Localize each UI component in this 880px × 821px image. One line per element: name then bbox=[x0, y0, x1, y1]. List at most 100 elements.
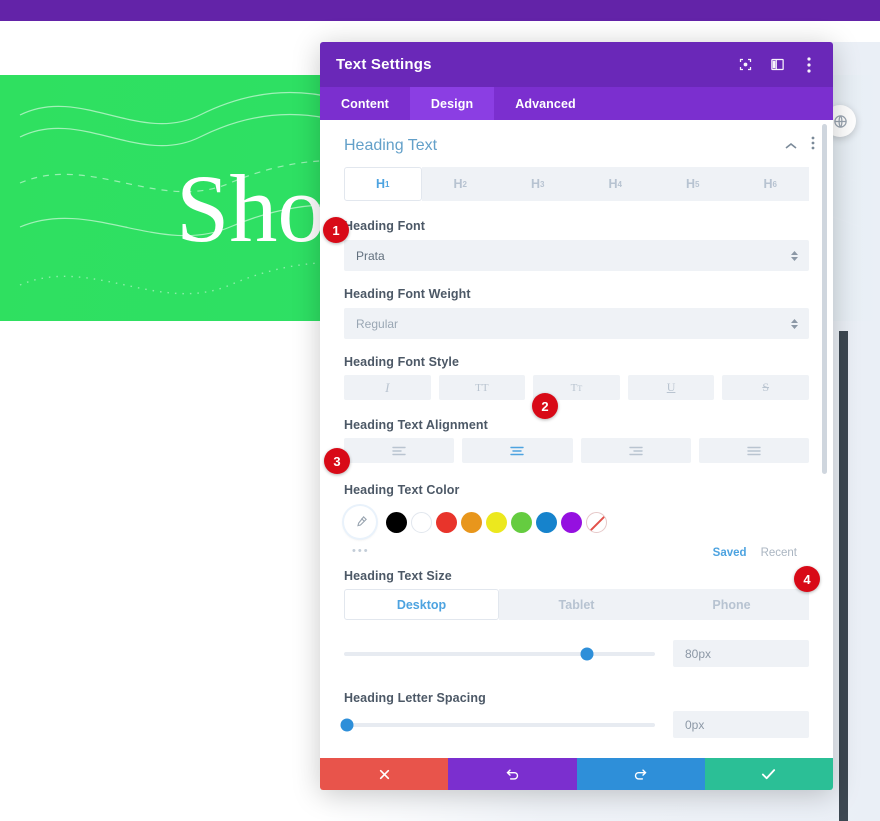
saved-colors-tab[interactable]: Saved bbox=[713, 547, 747, 559]
uppercase-icon[interactable]: TT bbox=[438, 375, 526, 400]
modal-tab-bar: Content Design Advanced bbox=[320, 87, 833, 120]
h1-sub: 1 bbox=[385, 179, 390, 189]
close-icon bbox=[379, 769, 389, 779]
heading-letter-spacing-slider-row: 0px bbox=[320, 711, 833, 738]
h6-sub: 6 bbox=[772, 179, 777, 189]
heading-text-size-value: 80px bbox=[685, 646, 712, 661]
heading-text-color-field: Heading Text Color bbox=[320, 483, 833, 497]
align-left-icon[interactable] bbox=[344, 438, 455, 463]
tab-design[interactable]: Design bbox=[409, 87, 495, 120]
heading-font-weight-select[interactable]: Regular bbox=[344, 308, 809, 339]
modal-header: Text Settings bbox=[320, 42, 833, 87]
slider-knob[interactable] bbox=[580, 647, 594, 660]
heading-text-alignment-field: Heading Text Alignment bbox=[320, 418, 833, 432]
swatch-white[interactable] bbox=[411, 511, 432, 533]
eyedropper-icon[interactable] bbox=[344, 506, 376, 538]
heading-font-select[interactable]: Prata bbox=[344, 240, 809, 271]
h3-label: H bbox=[531, 177, 541, 191]
slider-track bbox=[344, 722, 655, 727]
swatch-purple[interactable] bbox=[561, 511, 582, 533]
heading-font-weight-field: Heading Font Weight Regular bbox=[320, 287, 833, 339]
heading-level-h3[interactable]: H3 bbox=[499, 167, 577, 201]
heading-text-size-slider[interactable] bbox=[344, 644, 655, 664]
page-scrollbar-thumb[interactable] bbox=[839, 331, 848, 821]
more-colors-dots[interactable]: ••• bbox=[352, 545, 370, 557]
more-vertical-icon[interactable] bbox=[811, 136, 815, 155]
undo-button[interactable] bbox=[448, 758, 577, 790]
recent-colors-tab[interactable]: Recent bbox=[761, 547, 797, 559]
heading-letter-spacing-slider[interactable] bbox=[340, 715, 655, 735]
align-right-icon[interactable] bbox=[580, 438, 691, 463]
underline-icon[interactable]: U bbox=[627, 375, 715, 400]
italic-icon[interactable]: I bbox=[344, 375, 431, 400]
modal-scrollbar-thumb[interactable] bbox=[822, 124, 827, 474]
swatch-blue[interactable] bbox=[536, 511, 557, 533]
settings-scroll-area: Heading Text H 1 H 2 H 3 H 4 H 5 H 6 Hea… bbox=[320, 120, 833, 758]
heading-level-h4[interactable]: H4 bbox=[576, 167, 654, 201]
heading-level-h2[interactable]: H2 bbox=[421, 167, 499, 201]
heading-level-h5[interactable]: H5 bbox=[654, 167, 732, 201]
redo-icon bbox=[635, 768, 647, 780]
heading-text-size-label: Heading Text Size bbox=[344, 569, 452, 583]
h2-sub: 2 bbox=[462, 179, 467, 189]
heading-level-h1[interactable]: H1 bbox=[344, 167, 422, 201]
section-title: Heading Text bbox=[344, 136, 438, 154]
swatch-orange[interactable] bbox=[461, 511, 482, 533]
modal-footer-actions bbox=[320, 758, 833, 790]
tab-content[interactable]: Content bbox=[320, 87, 410, 120]
heading-text-section-header[interactable]: Heading Text bbox=[320, 120, 833, 167]
align-center-icon[interactable] bbox=[462, 438, 573, 463]
heading-level-toggle: H1 H2 H3 H4 H5 H6 bbox=[320, 167, 833, 201]
swatch-red[interactable] bbox=[436, 511, 457, 533]
section-header-actions bbox=[785, 136, 815, 155]
globe-icon bbox=[833, 114, 847, 128]
heading-text-size-slider-row: 80px bbox=[320, 640, 833, 667]
swatch-black[interactable] bbox=[386, 511, 407, 533]
swatch-yellow[interactable] bbox=[486, 511, 507, 533]
swatch-none[interactable] bbox=[586, 511, 607, 533]
slider-track bbox=[344, 651, 655, 656]
heading-font-style-options: I TT TT U S bbox=[320, 375, 833, 400]
page-scrollbar-track[interactable] bbox=[839, 176, 864, 821]
heading-text-alignment-options bbox=[320, 438, 833, 463]
heading-font-weight-label: Heading Font Weight bbox=[344, 287, 471, 301]
device-tabs: Desktop Tablet Phone bbox=[320, 589, 833, 620]
device-tab-tablet[interactable]: Tablet bbox=[499, 589, 654, 620]
slider-knob[interactable] bbox=[340, 718, 354, 731]
layout-panel-icon[interactable] bbox=[769, 57, 785, 73]
marker-2: 2 bbox=[532, 393, 558, 419]
save-button[interactable] bbox=[704, 758, 833, 790]
redo-button[interactable] bbox=[576, 758, 705, 790]
h4-label: H bbox=[608, 177, 618, 191]
heading-letter-spacing-input[interactable]: 0px bbox=[673, 711, 809, 738]
heading-font-style-label: Heading Font Style bbox=[344, 355, 460, 369]
heading-font-weight-value: Regular bbox=[356, 316, 399, 331]
chevron-updown-icon bbox=[791, 250, 798, 261]
modal-scrollbar-track[interactable] bbox=[822, 120, 830, 758]
tab-advanced[interactable]: Advanced bbox=[494, 87, 597, 120]
h5-sub: 5 bbox=[695, 179, 700, 189]
h4-sub: 4 bbox=[617, 179, 622, 189]
strikethrough-icon[interactable]: S bbox=[722, 375, 809, 400]
heading-text-size-input[interactable]: 80px bbox=[673, 640, 809, 667]
heading-font-field: Heading Font Prata bbox=[320, 219, 833, 271]
swatch-green[interactable] bbox=[511, 511, 532, 533]
focus-target-icon[interactable] bbox=[737, 57, 753, 73]
marker-3: 3 bbox=[324, 448, 350, 474]
align-justify-icon[interactable] bbox=[698, 438, 809, 463]
h6-label: H bbox=[763, 177, 773, 191]
heading-font-label: Heading Font bbox=[344, 219, 426, 233]
chevron-updown-icon bbox=[791, 318, 798, 329]
more-vertical-icon[interactable] bbox=[801, 56, 817, 73]
heading-font-value: Prata bbox=[356, 248, 385, 263]
saved-recent-row: Saved Recent bbox=[320, 547, 833, 559]
cancel-button[interactable] bbox=[320, 758, 449, 790]
heading-level-h6[interactable]: H6 bbox=[731, 167, 809, 201]
check-icon bbox=[762, 768, 776, 779]
color-swatch-row bbox=[320, 505, 833, 539]
device-tab-phone[interactable]: Phone bbox=[654, 589, 809, 620]
h1-label: H bbox=[376, 177, 386, 191]
chevron-up-icon[interactable] bbox=[785, 137, 797, 155]
heading-text-size-field: Heading Text Size bbox=[320, 569, 833, 583]
device-tab-desktop[interactable]: Desktop bbox=[344, 589, 499, 620]
